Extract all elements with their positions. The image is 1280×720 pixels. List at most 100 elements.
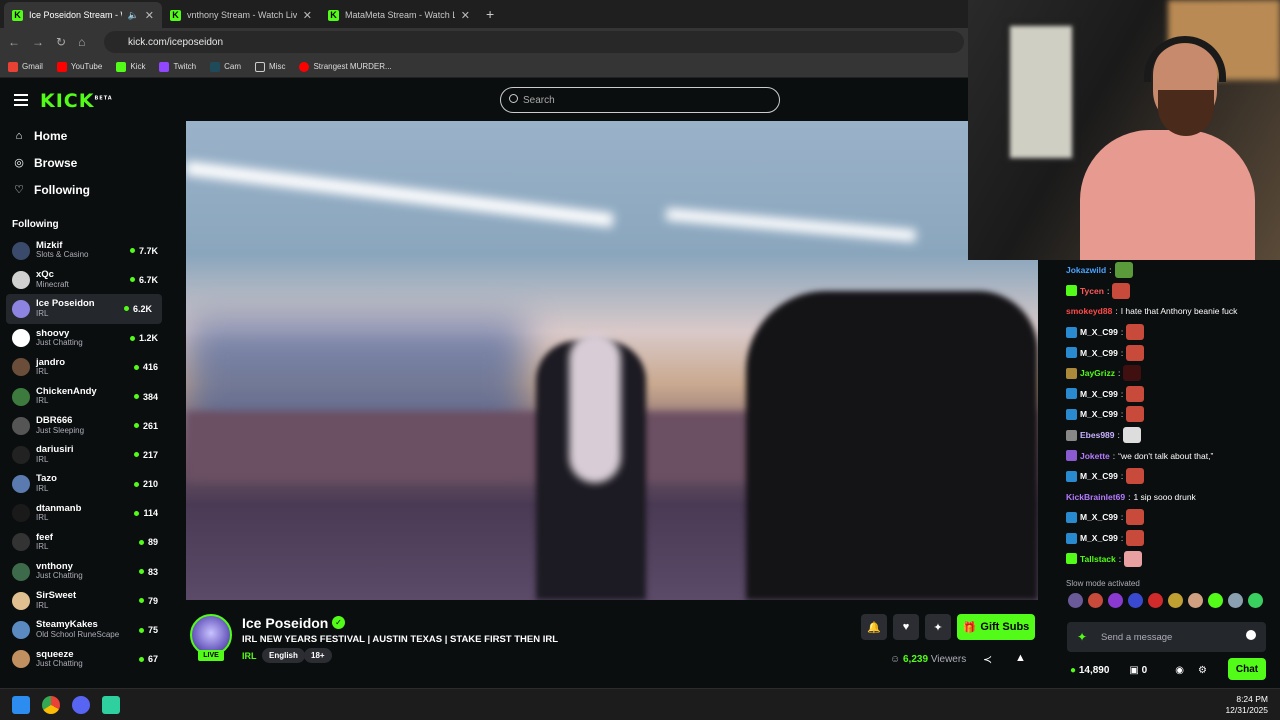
- bookmark-gmail[interactable]: Gmail: [8, 61, 43, 72]
- clip-button[interactable]: ✦: [925, 614, 951, 640]
- following-channel-item[interactable]: shoovy Just Chatting 1.2K: [0, 324, 168, 353]
- following-channel-item[interactable]: squeeze Just Chatting 67: [0, 645, 168, 674]
- user-badge-icon: [1066, 408, 1077, 420]
- search-icon: [509, 94, 518, 103]
- emote-icon[interactable]: [1208, 592, 1223, 608]
- tab-ice-poseidon[interactable]: K Ice Poseidon Stream - Watch Live on Ki…: [4, 2, 162, 28]
- chat-username[interactable]: M_X_C99: [1080, 389, 1118, 399]
- app-icon[interactable]: [102, 696, 120, 714]
- tab-matameta[interactable]: K MataMeta Stream - Watch Live on Kick ✕: [320, 2, 478, 28]
- system-clock[interactable]: 8:24 PM 12/31/2025: [1225, 694, 1268, 717]
- report-icon[interactable]: ▲: [1015, 652, 1026, 664]
- emote-icon[interactable]: [1168, 592, 1183, 608]
- chat-input[interactable]: ✦ Send a message: [1067, 622, 1266, 652]
- notification-bell-button[interactable]: 🔔: [861, 614, 887, 640]
- channel-name[interactable]: Ice Poseidon: [242, 615, 328, 631]
- tag-18plus[interactable]: 18+: [304, 648, 332, 663]
- chat-username[interactable]: Tycen: [1080, 286, 1104, 296]
- following-channel-item[interactable]: feef IRL 89: [0, 528, 168, 557]
- emote-icon[interactable]: [1108, 592, 1123, 608]
- chat-bubble-icon[interactable]: ◉: [1175, 665, 1184, 676]
- chat-username[interactable]: M_X_C99: [1080, 512, 1118, 522]
- chat-username[interactable]: Ebes989: [1080, 430, 1115, 440]
- following-channel-item[interactable]: SirSweet IRL 79: [0, 586, 168, 615]
- chat-username[interactable]: Jokette: [1080, 451, 1110, 461]
- back-icon[interactable]: ←: [8, 35, 20, 49]
- chat-username[interactable]: Tallstack: [1080, 554, 1116, 564]
- speaker-icon[interactable]: 🔈: [128, 10, 139, 21]
- following-channel-item[interactable]: SteamyKakes Old School RuneScape 75: [0, 615, 168, 644]
- kick-logo[interactable]: KICKBETA: [40, 90, 113, 112]
- video-player[interactable]: [186, 121, 1038, 600]
- menu-icon[interactable]: [14, 94, 28, 106]
- emote-icon[interactable]: [1128, 592, 1143, 608]
- bookmark-twitch[interactable]: Twitch: [159, 61, 196, 72]
- settings-icon[interactable]: ⚙: [1198, 665, 1207, 676]
- emote-icon[interactable]: [1228, 592, 1243, 608]
- new-tab-button[interactable]: +: [478, 6, 502, 28]
- bookmark-strangest-murder[interactable]: Strangest MURDER...: [299, 61, 392, 72]
- home-icon[interactable]: ⌂: [78, 35, 85, 49]
- chat-username[interactable]: M_X_C99: [1080, 327, 1118, 337]
- emote-icon[interactable]: [1248, 592, 1263, 608]
- tab-close-icon[interactable]: ✕: [303, 9, 312, 22]
- chat-username[interactable]: KickBrainlet69: [1066, 492, 1125, 502]
- following-channel-item[interactable]: Mizkif Slots & Casino 7.7K: [0, 236, 168, 265]
- tab-close-icon[interactable]: ✕: [461, 9, 470, 22]
- following-channel-item[interactable]: ChickenAndy IRL 384: [0, 382, 168, 411]
- gift-icon[interactable]: ▣: [1129, 665, 1138, 676]
- user-badge-icon: [1066, 367, 1077, 379]
- emote-icon[interactable]: [1148, 592, 1163, 608]
- chat-username[interactable]: M_X_C99: [1080, 348, 1118, 358]
- share-icon[interactable]: ≺: [983, 653, 992, 666]
- emoji-icon[interactable]: [1246, 630, 1256, 640]
- tab-close-icon[interactable]: ✕: [145, 9, 154, 22]
- emote-icon[interactable]: [1068, 592, 1083, 608]
- tab-vnthony[interactable]: K vnthony Stream - Watch Live on Kick ✕: [162, 2, 320, 28]
- chat-username[interactable]: M_X_C99: [1080, 471, 1118, 481]
- nav-home[interactable]: ⌂ Home: [0, 122, 168, 149]
- bookmark-folder-misc[interactable]: Misc: [255, 61, 285, 72]
- channel-name: ChickenAndy: [36, 385, 97, 397]
- heart-icon: ♥: [902, 621, 910, 633]
- emote-icon[interactable]: [1188, 592, 1203, 608]
- points-count[interactable]: 14,890: [1079, 665, 1110, 676]
- following-channel-item[interactable]: xQc Minecraft 6.7K: [0, 265, 168, 294]
- following-channel-item[interactable]: vnthony Just Chatting 83: [0, 557, 168, 586]
- chrome-icon[interactable]: [42, 696, 60, 714]
- discord-icon[interactable]: [72, 696, 90, 714]
- chat-username[interactable]: M_X_C99: [1080, 409, 1118, 419]
- following-channel-item[interactable]: DBR666 Just Sleeping 261: [0, 411, 168, 440]
- emote-icon[interactable]: [1088, 592, 1103, 608]
- following-channel-item[interactable]: dariusiri IRL 217: [0, 440, 168, 469]
- bookmark-cam[interactable]: Cam: [210, 61, 241, 72]
- bookmark-youtube[interactable]: YouTube: [56, 61, 102, 72]
- following-channel-item[interactable]: dtanmanb IRL 114: [0, 499, 168, 528]
- follow-button[interactable]: ♥: [893, 614, 919, 640]
- address-bar[interactable]: kick.com/iceposeidon: [104, 31, 964, 53]
- chat-username[interactable]: M_X_C99: [1080, 533, 1118, 543]
- gift-subs-button[interactable]: 🎁 Gift Subs: [957, 614, 1035, 640]
- live-dot-icon: [138, 569, 144, 575]
- nav-browse[interactable]: ◎ Browse: [0, 149, 168, 176]
- following-channel-item[interactable]: jandro IRL 416: [0, 353, 168, 382]
- bookmark-kick[interactable]: Kick: [116, 61, 145, 72]
- nav-following[interactable]: ♡ Following: [0, 176, 168, 203]
- category-link[interactable]: IRL: [242, 651, 257, 661]
- chat-send-button[interactable]: Chat: [1228, 658, 1266, 680]
- live-dot-icon: [129, 277, 135, 283]
- following-channel-item[interactable]: Ice Poseidon IRL 6.2K: [6, 294, 162, 324]
- following-channel-item[interactable]: Tazo IRL 210: [0, 470, 168, 499]
- chat-username[interactable]: Jokazwild: [1066, 265, 1106, 275]
- video-person-hair: [569, 333, 621, 483]
- sparkle-icon[interactable]: ✦: [1077, 630, 1087, 644]
- tag-english[interactable]: English: [262, 648, 305, 663]
- channel-text: squeeze Just Chatting: [36, 649, 139, 669]
- forward-icon[interactable]: →: [32, 35, 44, 49]
- chat-message: M_X_C99:: [1056, 384, 1280, 405]
- chat-username[interactable]: smokeyd88: [1066, 306, 1112, 316]
- windows-start-icon[interactable]: [12, 696, 30, 714]
- chat-username[interactable]: JayGrizz: [1080, 368, 1115, 378]
- search-input[interactable]: Search: [500, 87, 780, 113]
- reload-icon[interactable]: ↻: [56, 35, 66, 49]
